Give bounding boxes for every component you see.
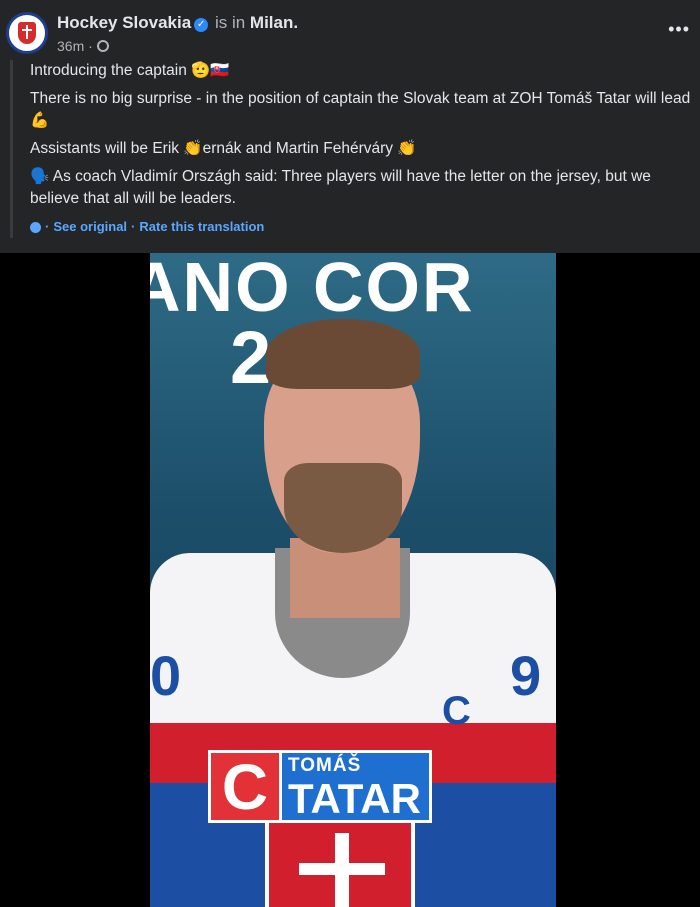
captain-card-names: TOMÁŠ TATAR: [282, 750, 432, 823]
see-original-link[interactable]: See original: [53, 216, 127, 238]
verified-badge-icon: ✓: [194, 18, 209, 32]
post-author-line: Hockey Slovakia ✓ is in Milan.: [57, 13, 298, 33]
more-options-icon[interactable]: •••: [668, 20, 690, 38]
separator-dot: ·: [131, 219, 136, 234]
post-meta: 36m ·: [57, 38, 109, 54]
post-paragraph: Assistants will be Erik 👏ernák and Marti…: [30, 140, 417, 157]
player-beard: [284, 463, 402, 553]
rate-translation-link[interactable]: Rate this translation: [139, 216, 264, 238]
page-name-link[interactable]: Hockey Slovakia: [57, 13, 191, 32]
page-avatar[interactable]: [6, 12, 48, 54]
post-timestamp[interactable]: 36m ·: [57, 38, 93, 54]
captain-card-letter: C: [208, 750, 282, 823]
translate-gear-icon[interactable]: [30, 221, 41, 233]
post-paragraph: Introducing the captain 🫡🇸🇰: [30, 62, 230, 79]
jersey-captain-letter: C: [442, 689, 471, 733]
post-paragraph: 🗣️ As coach Vladimír Országh said: Three…: [30, 168, 651, 207]
captain-last-name: TATAR: [288, 775, 421, 822]
post-video[interactable]: ANO COR 2026 0 9 C C TOMÁŠ TATAR: [150, 253, 556, 907]
separator-dot: ·: [45, 219, 50, 234]
post-header: Hockey Slovakia ✓ is in Milan. 36m · ••• …: [0, 0, 700, 253]
player-hair: [266, 319, 420, 389]
hockey-slovakia-logo-icon: [18, 22, 36, 44]
globe-icon: [96, 40, 109, 52]
jersey-number-left: 0: [150, 644, 182, 707]
post-paragraph: There is no big surprise - in the positi…: [30, 90, 691, 129]
slovakia-crest-icon: [265, 819, 415, 907]
jersey-number: 9: [510, 644, 542, 707]
translation-bar: · See original · Rate this translation: [30, 216, 695, 238]
location-link[interactable]: Milan.: [250, 13, 298, 32]
captain-name-card: C TOMÁŠ TATAR: [208, 750, 432, 823]
post-body: Introducing the captain 🫡🇸🇰 There is no …: [10, 60, 695, 238]
is-in-label: is in: [214, 13, 246, 32]
captain-first-name: TOMÁŠ: [288, 755, 362, 776]
